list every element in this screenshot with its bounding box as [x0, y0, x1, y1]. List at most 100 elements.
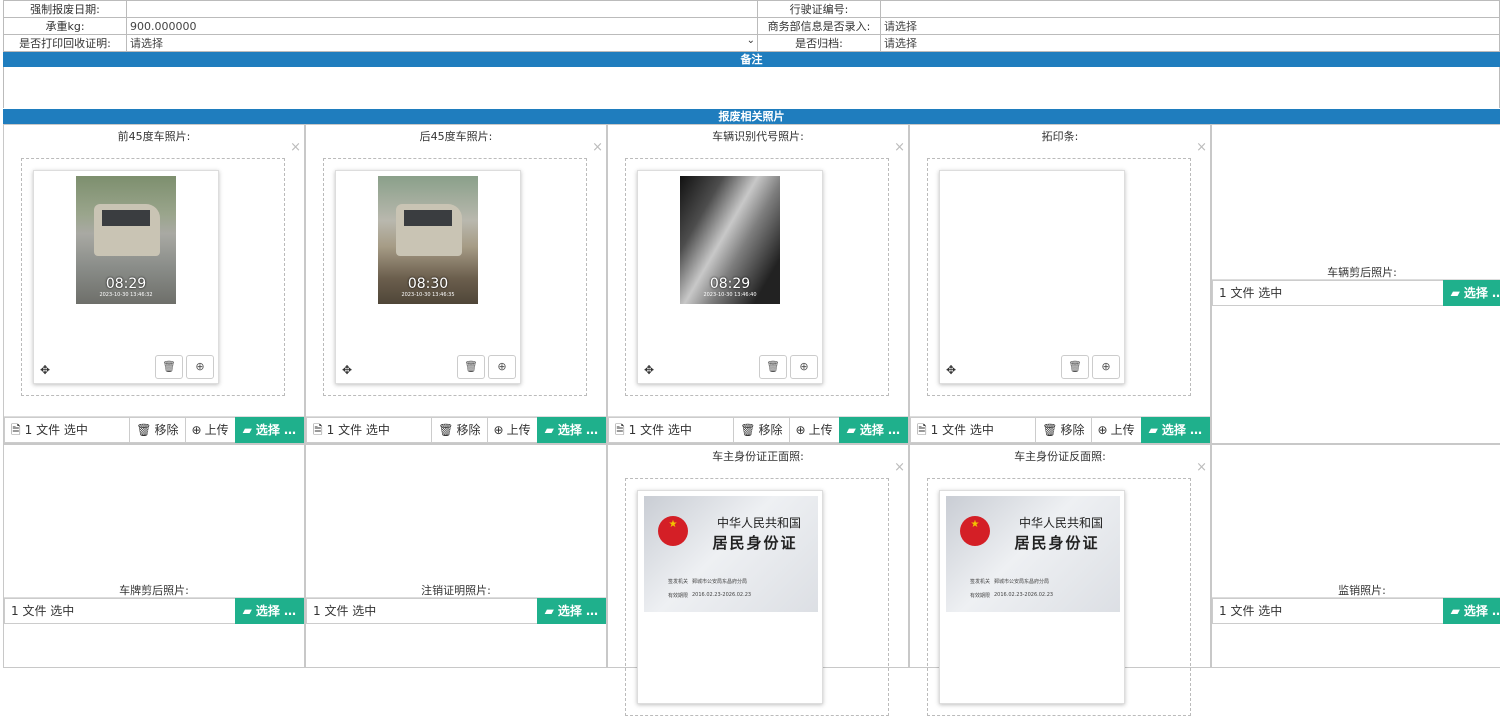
remove-button[interactable]: 🗑 移除 [1035, 417, 1091, 443]
folder-open-icon: ▰ [544, 423, 554, 437]
delete-button[interactable]: 🗑 [759, 355, 787, 379]
folder-open-icon: ▰ [1450, 604, 1460, 618]
form-row: 强制报废日期: 行驶证编号: [3, 0, 1500, 18]
drop-zone[interactable]: ✥ 🗑 ⊕ [927, 158, 1191, 396]
folder-open-icon: ▰ [242, 604, 252, 618]
validity-label: 有效期限 [970, 593, 991, 599]
zoom-button[interactable]: ⊕ [488, 355, 516, 379]
photo-timestamp: 08:30 [407, 276, 449, 292]
upload-title: 拓印条: [1041, 130, 1079, 143]
upload-button[interactable]: ⊕ 上传 [486, 417, 537, 443]
choose-file-button[interactable]: ▰ 选择 … [234, 598, 304, 624]
folder-open-icon: ▰ [1450, 286, 1460, 300]
upload-title: 注销证明照片: [421, 584, 491, 597]
choose-label: 选择 … [1463, 604, 1500, 618]
drop-zone[interactable]: 08:29 2023-10-30 13:46:40 ✥ 🗑 ⊕ [625, 158, 889, 396]
move-icon[interactable]: ✥ [946, 363, 956, 377]
upload-cell: 车主身份证正面照: × 中华人民共和国居民身份证签发机关鄄城市公安局东昌府分局有效期… [607, 444, 909, 716]
vehicle-info-form: 强制报废日期: 行驶证编号: 承重kg: 900.000000 商务部信息是否录… [3, 0, 1500, 52]
zoom-icon: ⊕ [1101, 360, 1111, 373]
file-caption[interactable]: 🗎 1 文件 选中 [4, 417, 130, 443]
remove-button[interactable]: 🗑 移除 [431, 417, 487, 443]
close-icon[interactable]: × [894, 461, 905, 474]
upload-button[interactable]: ⊕ 上传 [1090, 417, 1141, 443]
upload-title: 车辆识别代号照片: [712, 130, 804, 143]
upload-label: 上传 [808, 423, 833, 437]
choose-file-button[interactable]: ▰ 选择 … [838, 417, 908, 443]
drop-zone[interactable]: 08:29 2023-10-30 13:46:32 ✥ 🗑 ⊕ [21, 158, 285, 396]
vehicle-shape [94, 204, 160, 256]
validity-value: 2016.02.23-2026.02.23 [692, 592, 752, 598]
commerce-info-select[interactable]: 请选择 [880, 17, 1500, 35]
choose-file-button[interactable]: ▰ 选择 … [1140, 417, 1210, 443]
upload-icon: ⊕ [1097, 423, 1108, 437]
form-label: 是否打印回收证明: [3, 34, 127, 52]
uploaded-photo[interactable]: 08:30 2023-10-30 13:46:35 [378, 176, 478, 304]
close-icon[interactable]: × [290, 141, 301, 154]
move-icon[interactable]: ✥ [644, 363, 654, 377]
upload-button[interactable]: ⊕ 上传 [184, 417, 235, 443]
close-icon[interactable]: × [894, 141, 905, 154]
id-card-photo[interactable]: 中华人民共和国居民身份证签发机关鄄城市公安局东昌府分局有效期限2016.02.2… [644, 496, 818, 612]
close-icon[interactable]: × [1196, 141, 1207, 154]
license-number-field[interactable] [880, 0, 1500, 18]
file-caption[interactable]: 🗎 1 文件 选中 [910, 417, 1036, 443]
print-certificate-select[interactable]: 请选择 ⌄ [126, 34, 758, 52]
choose-file-button[interactable]: ▰ 选择 … [234, 417, 304, 443]
archived-select[interactable]: 请选择 [880, 34, 1500, 52]
drop-zone[interactable]: 中华人民共和国居民身份证签发机关鄄城市公安局东昌府分局有效期限2016.02.2… [625, 478, 889, 716]
folder-open-icon: ▰ [1148, 423, 1158, 437]
authority-label: 签发机关 [970, 579, 991, 585]
choose-label: 选择 … [557, 604, 598, 618]
zoom-icon: ⊕ [799, 360, 809, 373]
uploaded-photo[interactable]: 08:29 2023-10-30 13:46:40 [680, 176, 780, 304]
scrap-date-field[interactable] [126, 0, 758, 18]
choose-file-button[interactable]: ▰ 选择 … [536, 598, 606, 624]
zoom-button[interactable]: ⊕ [790, 355, 818, 379]
close-icon[interactable]: × [592, 141, 603, 154]
validity-value: 2016.02.23-2026.02.23 [994, 592, 1054, 598]
remove-button[interactable]: 🗑 移除 [733, 417, 789, 443]
national-emblem [960, 516, 990, 546]
upload-title: 监销照片: [1338, 584, 1386, 597]
load-weight-field[interactable]: 900.000000 [126, 17, 758, 35]
photo-timestamp-sub: 2023-10-30 13:46:40 [703, 292, 757, 298]
delete-button[interactable]: 🗑 [155, 355, 183, 379]
file-caption[interactable]: 1 文件 选中 [1212, 280, 1443, 306]
file-caption[interactable]: 🗎 1 文件 选中 [306, 417, 432, 443]
select-value: 请选择 [130, 37, 163, 50]
file-caption[interactable]: 1 文件 选中 [4, 598, 235, 624]
file-caption-text: 1 文件 选中 [11, 604, 75, 618]
choose-file-button[interactable]: ▰ 选择 … [536, 417, 606, 443]
file-caption-text: 1 文件 选中 [313, 604, 377, 618]
memo-area[interactable] [3, 67, 1500, 108]
choose-file-button[interactable]: ▰ 选择 … [1442, 598, 1500, 624]
upload-label: 上传 [506, 423, 531, 437]
form-label: 是否归档: [757, 34, 881, 52]
validity-label: 有效期限 [668, 593, 689, 599]
choose-file-button[interactable]: ▰ 选择 … [1442, 280, 1500, 306]
file-caption[interactable]: 1 文件 选中 [306, 598, 537, 624]
form-label: 商务部信息是否录入: [757, 17, 881, 35]
id-card-photo[interactable]: 中华人民共和国居民身份证签发机关鄄城市公安局东昌府分局有效期限2016.02.2… [946, 496, 1120, 612]
drop-zone[interactable]: 中华人民共和国居民身份证签发机关鄄城市公安局东昌府分局有效期限2016.02.2… [927, 478, 1191, 716]
zoom-button[interactable]: ⊕ [186, 355, 214, 379]
upload-cell: 注销证明照片: 1 文件 选中 ▰ 选择 … [305, 444, 607, 668]
file-input-group: 1 文件 选中 ▰ 选择 … [306, 597, 606, 624]
upload-button[interactable]: ⊕ 上传 [788, 417, 839, 443]
file-caption[interactable]: 1 文件 选中 [1212, 598, 1443, 624]
remove-button[interactable]: 🗑 移除 [129, 417, 185, 443]
uploaded-photo[interactable]: 08:29 2023-10-30 13:46:32 [76, 176, 176, 304]
trash-icon: 🗑 [162, 360, 176, 373]
authority-label: 签发机关 [668, 579, 689, 585]
delete-button[interactable]: 🗑 [1061, 355, 1089, 379]
delete-button[interactable]: 🗑 [457, 355, 485, 379]
drop-zone[interactable]: 08:30 2023-10-30 13:46:35 ✥ 🗑 ⊕ [323, 158, 587, 396]
move-icon[interactable]: ✥ [342, 363, 352, 377]
file-caption-text: 1 文件 选中 [628, 423, 692, 437]
file-caption[interactable]: 🗎 1 文件 选中 [608, 417, 734, 443]
move-icon[interactable]: ✥ [40, 363, 50, 377]
close-icon[interactable]: × [1196, 461, 1207, 474]
upload-title: 车主身份证反面照: [1014, 450, 1106, 463]
zoom-button[interactable]: ⊕ [1092, 355, 1120, 379]
